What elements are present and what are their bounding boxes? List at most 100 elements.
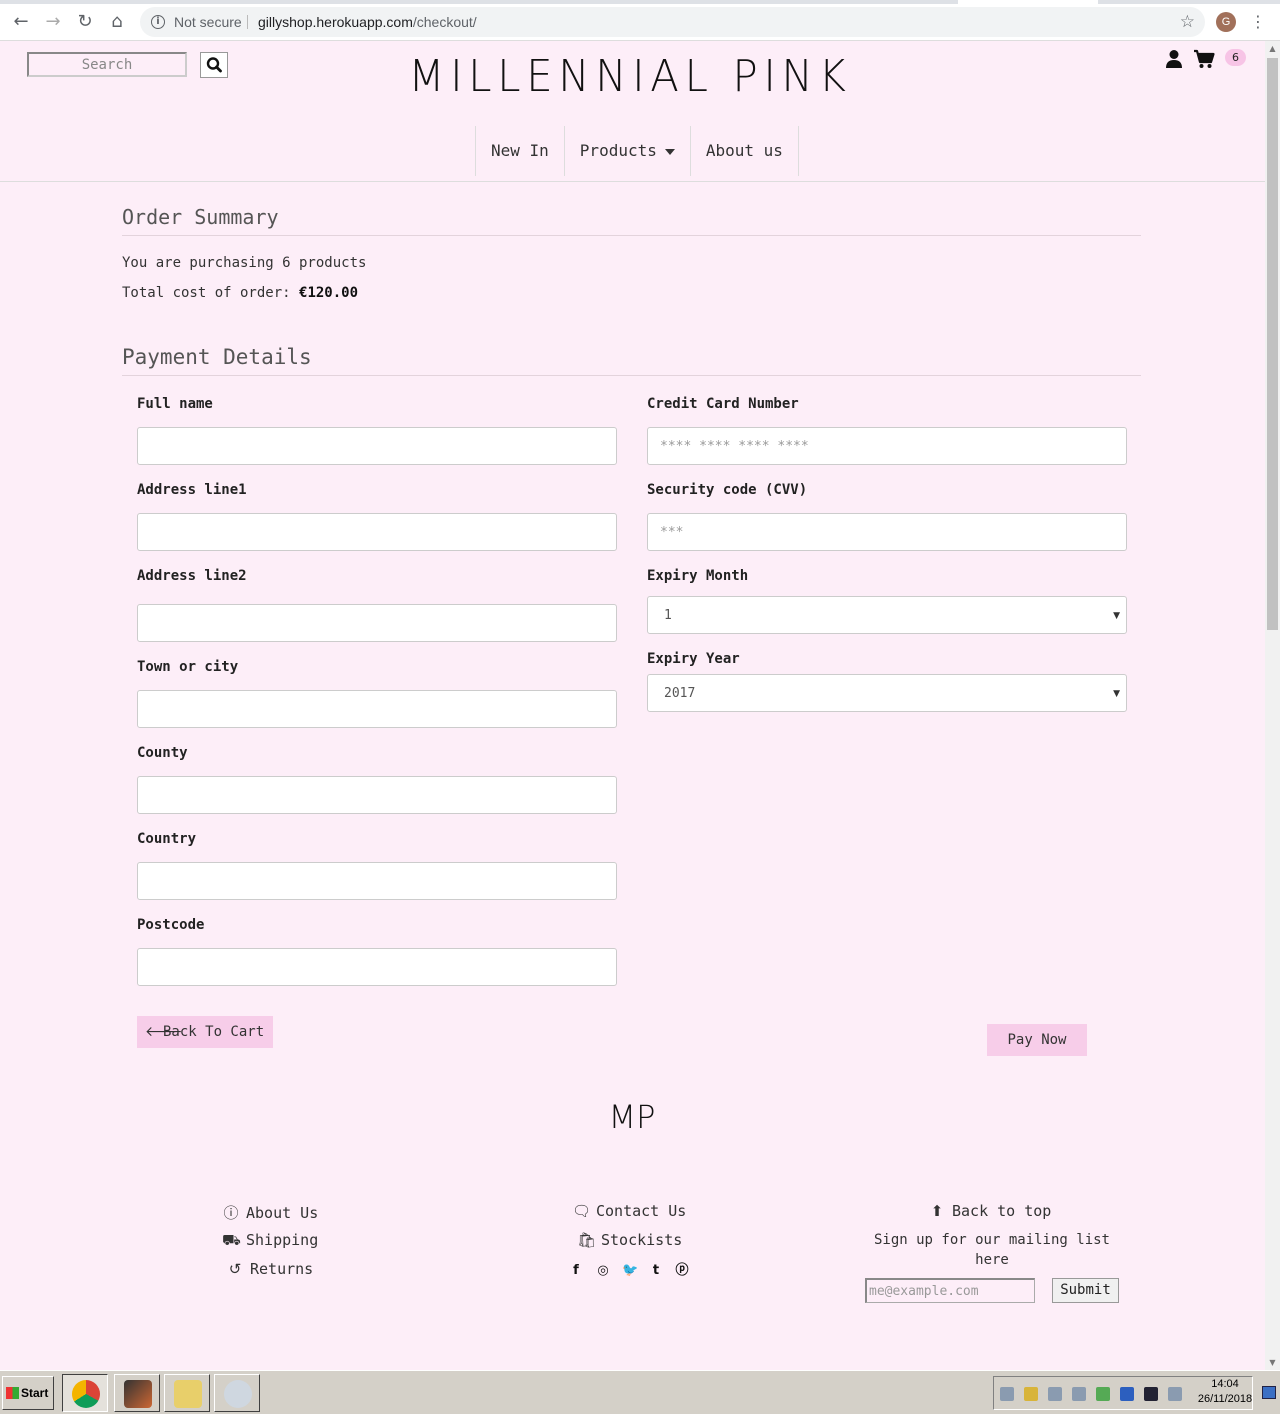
site-logo[interactable]: MILLENNIAL PINK (393, 51, 868, 102)
footer-returns-link[interactable]: ↺ Returns (226, 1260, 314, 1278)
full-name-input[interactable] (137, 427, 617, 465)
card-number-label: Credit Card Number (647, 396, 799, 412)
arrow-left-icon: 🡐 (145, 1024, 183, 1040)
address-line1-label: Address line1 (137, 482, 247, 498)
paint-taskbar-button[interactable] (214, 1374, 260, 1412)
forward-arrow-icon[interactable]: → (41, 10, 65, 34)
address-line1-input[interactable] (137, 513, 617, 551)
card-number-input[interactable] (647, 427, 1127, 465)
home-icon[interactable]: ⌂ (105, 10, 129, 34)
newsletter-email-input[interactable] (865, 1278, 1035, 1303)
expiry-month-select[interactable]: 1 ▼ (647, 596, 1127, 634)
cvv-input[interactable] (647, 513, 1127, 551)
chrome-icon (72, 1380, 100, 1408)
info-circle-icon: ⓘ (223, 1204, 239, 1222)
cart-icon[interactable] (1193, 49, 1215, 69)
shield-tray-icon[interactable] (1024, 1387, 1038, 1401)
newsletter-submit-button[interactable]: Submit (1052, 1278, 1119, 1303)
footer-about-us-link[interactable]: ⓘ About Us (222, 1202, 318, 1223)
footer-logo-text: MP (609, 1098, 656, 1136)
address-line2-input[interactable] (137, 604, 617, 642)
audio-tray-icon[interactable] (1048, 1387, 1062, 1401)
town-city-input[interactable] (137, 690, 617, 728)
url-path: /checkout/ (412, 14, 477, 30)
expiry-year-select[interactable]: 2017 ▼ (647, 674, 1127, 712)
instagram-icon[interactable]: ◎ (595, 1263, 611, 1279)
monitor-tray-icon[interactable] (1144, 1387, 1158, 1401)
cart-count-badge[interactable]: 6 (1225, 49, 1246, 66)
windows-logo-icon (6, 1387, 19, 1399)
search-input[interactable] (27, 52, 187, 77)
page-scrollbar[interactable]: ▲ ▼ (1265, 41, 1280, 1370)
address-line2-label: Address line2 (137, 568, 247, 584)
url-text[interactable]: gillyshop.herokuapp.com/checkout/ (258, 7, 477, 37)
search-button[interactable] (200, 52, 228, 78)
kebab-menu-icon[interactable]: ⋮ (1250, 10, 1266, 34)
bookmark-star-icon[interactable]: ☆ (1180, 7, 1195, 37)
back-arrow-icon[interactable]: ← (9, 10, 33, 34)
check-tray-icon[interactable] (1096, 1387, 1110, 1401)
user-icon[interactable] (1165, 49, 1183, 69)
palette-icon (224, 1380, 252, 1408)
scroll-up-icon[interactable]: ▲ (1265, 41, 1280, 56)
undo-icon: ↺ (228, 1260, 242, 1278)
footer-contact-us-link[interactable]: 🗨 Contact Us (572, 1202, 686, 1220)
chrome-taskbar-button[interactable] (62, 1374, 108, 1412)
chevron-down-icon (664, 148, 675, 155)
scroll-down-icon[interactable]: ▼ (1265, 1355, 1280, 1370)
expiry-year-value: 2017 (664, 686, 696, 701)
purchasing-text: You are purchasing 6 products (122, 255, 367, 271)
twitter-icon[interactable]: 🐦 (622, 1263, 638, 1279)
footer-stockists-label: Stockists (601, 1231, 683, 1249)
address-bar[interactable]: i Not secure gillyshop.herokuapp.com/che… (140, 7, 1205, 37)
footer-shipping-link[interactable]: ⛟ Shipping (222, 1231, 318, 1251)
tool-tray-icon[interactable] (1072, 1387, 1086, 1401)
pinterest-icon[interactable]: ⓟ (674, 1263, 690, 1279)
country-label: Country (137, 831, 197, 847)
mailing-list-text: Sign up for our mailing list here (873, 1232, 1110, 1268)
county-input[interactable] (137, 776, 617, 814)
back-to-top-link[interactable]: ⬆ Back to top (928, 1202, 1052, 1220)
nav-about-us[interactable]: About us (689, 126, 799, 176)
chart-app-icon (124, 1380, 152, 1408)
start-button[interactable]: Start (2, 1376, 54, 1410)
full-name-label: Full name (137, 396, 213, 412)
payment-details-title: Payment Details (122, 345, 1141, 376)
postcode-input[interactable] (137, 948, 617, 986)
app-taskbar-button[interactable] (114, 1374, 160, 1412)
browser-toolbar: ← → ↻ ⌂ i Not secure gillyshop.herokuapp… (0, 0, 1280, 41)
folder-icon (174, 1380, 202, 1408)
arrow-up-circle-icon: ⬆ (930, 1202, 944, 1220)
explorer-taskbar-button[interactable] (164, 1374, 210, 1412)
nav-about-us-label: About us (705, 141, 783, 160)
profile-avatar[interactable]: G (1216, 12, 1236, 32)
scrollbar-thumb[interactable] (1267, 58, 1278, 630)
pay-now-button[interactable]: Pay Now (987, 1024, 1087, 1056)
reload-icon[interactable]: ↻ (73, 10, 97, 34)
volume-icon[interactable] (1168, 1387, 1182, 1401)
app-tray-icon[interactable] (1120, 1387, 1134, 1401)
tumblr-icon[interactable]: t (648, 1263, 664, 1279)
facebook-icon[interactable]: f (568, 1263, 584, 1279)
back-to-cart-button[interactable]: 🡐 Back To Cart (137, 1016, 273, 1048)
active-tab[interactable] (958, 0, 1098, 4)
address-separator (247, 15, 248, 29)
nav-new-in[interactable]: New In (475, 126, 564, 176)
tab-strip (0, 0, 1280, 4)
network-tray-icon[interactable] (1000, 1387, 1014, 1401)
footer-stockists-link[interactable]: 🛍 Stockists (577, 1231, 682, 1249)
country-input[interactable] (137, 862, 617, 900)
search-icon (206, 57, 222, 73)
taskbar-clock[interactable]: 14:04 26/11/2018 (1190, 1377, 1260, 1407)
show-desktop-icon[interactable] (1262, 1386, 1276, 1399)
info-icon[interactable]: i (151, 15, 165, 29)
url-host: gillyshop.herokuapp.com (258, 14, 413, 30)
start-label: Start (21, 1386, 49, 1400)
nav-products[interactable]: Products (563, 126, 690, 176)
footer-logo[interactable]: MP (600, 1096, 664, 1136)
truck-icon: ⛟ (222, 1231, 241, 1249)
nav-products-label: Products (579, 141, 657, 160)
main-nav: New In Products About us (475, 126, 799, 176)
expiry-month-value: 1 (664, 608, 672, 623)
footer-shipping-label: Shipping (246, 1231, 319, 1249)
